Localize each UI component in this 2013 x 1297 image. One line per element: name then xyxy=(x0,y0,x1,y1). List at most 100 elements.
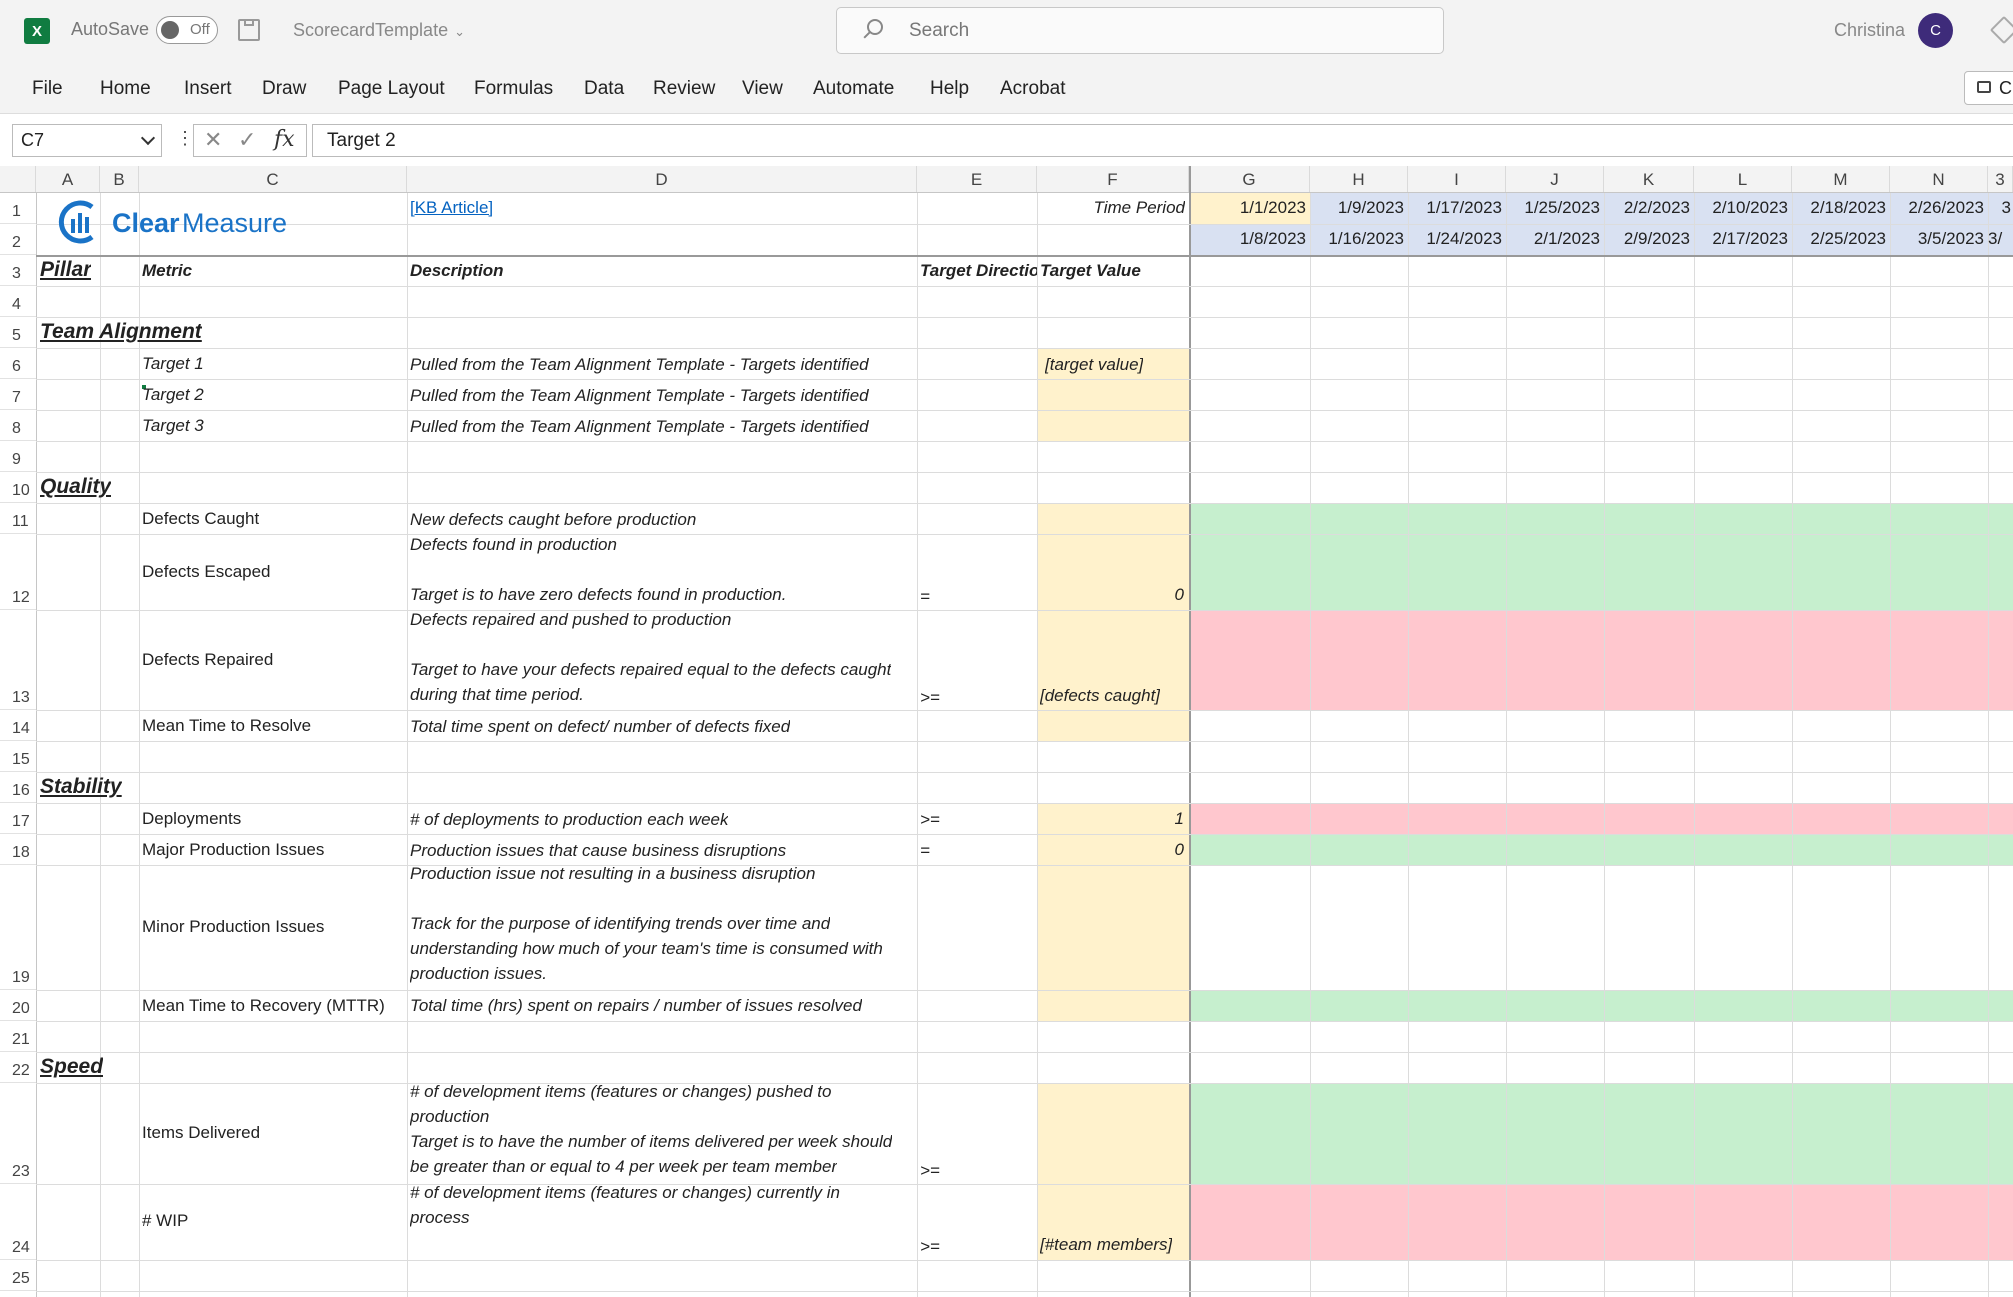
metric-major-production-issues[interactable]: Major Production Issues xyxy=(142,840,324,860)
tab-home[interactable]: Home xyxy=(100,78,151,100)
metric-deployments[interactable]: Deployments xyxy=(142,809,241,829)
tab-insert[interactable]: Insert xyxy=(184,78,232,100)
dir-deployments[interactable]: >= xyxy=(920,810,940,830)
insert-function-icon[interactable]: fx xyxy=(274,127,295,152)
row-header[interactable]: 11 xyxy=(0,503,36,534)
row-header[interactable]: 1 xyxy=(0,193,36,224)
desc-minor-production-issues-1[interactable]: Production issue not resulting in a busi… xyxy=(410,864,815,884)
metric-minor-production-issues[interactable]: Minor Production Issues xyxy=(142,917,324,937)
desc-items-delivered-2[interactable]: production xyxy=(410,1107,489,1127)
col-header-e[interactable]: E xyxy=(917,166,1037,192)
metric-target-2[interactable]: Target 2 xyxy=(142,385,204,405)
name-box[interactable]: C7 xyxy=(12,124,162,157)
col-header-i[interactable]: I xyxy=(1408,166,1506,192)
row-header[interactable]: 10 xyxy=(0,472,36,503)
col-header-d[interactable]: D xyxy=(407,166,917,192)
row-header[interactable]: 7 xyxy=(0,379,36,410)
row-header[interactable]: 19 xyxy=(0,865,36,990)
metric-wip[interactable]: # WIP xyxy=(142,1211,188,1231)
desc-items-delivered-3[interactable]: Target is to have the number of items de… xyxy=(410,1132,892,1152)
tab-automate[interactable]: Automate xyxy=(813,78,894,100)
row-header[interactable]: 5 xyxy=(0,317,36,348)
value-deployments[interactable]: 1 xyxy=(1037,809,1184,829)
dir-defects-escaped[interactable]: = xyxy=(920,587,930,607)
desc-minor-production-issues-4[interactable]: production issues. xyxy=(410,964,547,984)
tab-acrobat[interactable]: Acrobat xyxy=(1000,78,1065,100)
dir-items-delivered[interactable]: >= xyxy=(920,1161,940,1181)
autosave-toggle[interactable]: Off xyxy=(156,16,218,44)
col-header-b[interactable]: B xyxy=(100,166,139,192)
col-header-k[interactable]: K xyxy=(1604,166,1694,192)
row-header[interactable]: 22 xyxy=(0,1052,36,1083)
desc-deployments[interactable]: # of deployments to production each week xyxy=(410,810,728,830)
desc-wip-1[interactable]: # of development items (features or chan… xyxy=(410,1183,840,1203)
end-date[interactable]: 1/24/2023 xyxy=(1408,229,1502,249)
metric-target-3[interactable]: Target 3 xyxy=(142,416,204,436)
start-date[interactable]: 1/1/2023 xyxy=(1189,198,1306,218)
metric-defects-caught[interactable]: Defects Caught xyxy=(142,509,259,529)
document-name-button[interactable]: ScorecardTemplate ⌄ xyxy=(293,20,465,41)
tab-review[interactable]: Review xyxy=(653,78,715,100)
row-header[interactable]: 20 xyxy=(0,990,36,1021)
value-defects-escaped[interactable]: 0 xyxy=(1037,585,1184,605)
metric-mean-time-to-resolve[interactable]: Mean Time to Resolve xyxy=(142,716,311,736)
dir-major-production-issues[interactable]: = xyxy=(920,841,930,861)
end-date[interactable]: 3/5/2023 xyxy=(1890,229,1984,249)
row-header[interactable]: 8 xyxy=(0,410,36,441)
metric-target-1[interactable]: Target 1 xyxy=(142,354,204,374)
row-header[interactable]: 25 xyxy=(0,1260,36,1291)
avatar[interactable]: C xyxy=(1918,13,1953,48)
end-date[interactable]: 1/8/2023 xyxy=(1189,229,1306,249)
tab-data[interactable]: Data xyxy=(584,78,624,100)
dir-defects-repaired[interactable]: >= xyxy=(920,688,940,708)
enter-icon[interactable]: ✓ xyxy=(238,127,256,153)
desc-items-delivered-4[interactable]: be greater than or equal to 4 per week p… xyxy=(410,1157,837,1177)
desc-mttr[interactable]: Total time (hrs) spent on repairs / numb… xyxy=(410,996,862,1016)
row-header[interactable]: 2 xyxy=(0,224,36,255)
col-header-h[interactable]: H xyxy=(1310,166,1408,192)
end-date[interactable]: 2/1/2023 xyxy=(1506,229,1600,249)
row-header[interactable]: 14 xyxy=(0,710,36,741)
save-icon[interactable] xyxy=(238,19,260,41)
start-date[interactable]: 1/17/2023 xyxy=(1408,198,1502,218)
cancel-icon[interactable]: ✕ xyxy=(204,127,222,153)
col-header-j[interactable]: J xyxy=(1506,166,1604,192)
search-box[interactable]: Search xyxy=(836,7,1444,54)
desc-defects-escaped-1[interactable]: Defects found in production xyxy=(410,535,617,555)
desc-major-production-issues[interactable]: Production issues that cause business di… xyxy=(410,841,786,861)
value-defects-repaired[interactable]: [defects caught] xyxy=(1040,686,1160,706)
tab-page-layout[interactable]: Page Layout xyxy=(338,78,445,100)
value-wip[interactable]: [#team members] xyxy=(1040,1235,1172,1255)
tab-formulas[interactable]: Formulas xyxy=(474,78,553,100)
metric-defects-escaped[interactable]: Defects Escaped xyxy=(142,562,271,582)
end-date[interactable]: 1/16/2023 xyxy=(1310,229,1404,249)
desc-items-delivered-1[interactable]: # of development items (features or chan… xyxy=(410,1082,831,1102)
pen-icon[interactable] xyxy=(1989,15,2013,45)
desc-defects-repaired-1[interactable]: Defects repaired and pushed to productio… xyxy=(410,610,731,630)
col-header-m[interactable]: M xyxy=(1792,166,1890,192)
end-date[interactable]: 2/25/2023 xyxy=(1792,229,1886,249)
row-header[interactable]: 12 xyxy=(0,534,36,610)
start-date[interactable]: 1/9/2023 xyxy=(1310,198,1404,218)
col-header-l[interactable]: L xyxy=(1694,166,1792,192)
comments-button[interactable]: C xyxy=(1964,71,2013,105)
value-target-1[interactable]: [target value] xyxy=(1045,355,1143,375)
start-date[interactable]: 2/26/2023 xyxy=(1890,198,1984,218)
desc-target-3[interactable]: Pulled from the Team Alignment Template … xyxy=(410,417,869,437)
end-date[interactable]: 3/ xyxy=(1988,229,2013,249)
desc-minor-production-issues-2[interactable]: Track for the purpose of identifying tre… xyxy=(410,914,830,934)
row-header[interactable]: 17 xyxy=(0,803,36,834)
start-date[interactable]: 1/25/2023 xyxy=(1506,198,1600,218)
value-major-production-issues[interactable]: 0 xyxy=(1037,840,1184,860)
metric-defects-repaired[interactable]: Defects Repaired xyxy=(142,650,273,670)
end-date[interactable]: 2/9/2023 xyxy=(1604,229,1690,249)
more-options-icon[interactable]: ⋮ xyxy=(176,128,194,149)
col-header-n[interactable]: N xyxy=(1890,166,1988,192)
desc-minor-production-issues-3[interactable]: understanding how much of your team's ti… xyxy=(410,939,883,959)
desc-defects-repaired-2[interactable]: Target to have your defects repaired equ… xyxy=(410,660,891,680)
select-all-corner[interactable] xyxy=(0,166,36,192)
row-header[interactable]: 4 xyxy=(0,286,36,317)
start-date[interactable]: 3 xyxy=(1988,198,2013,218)
desc-target-2[interactable]: Pulled from the Team Alignment Template … xyxy=(410,386,869,406)
row-header[interactable]: 13 xyxy=(0,610,36,710)
